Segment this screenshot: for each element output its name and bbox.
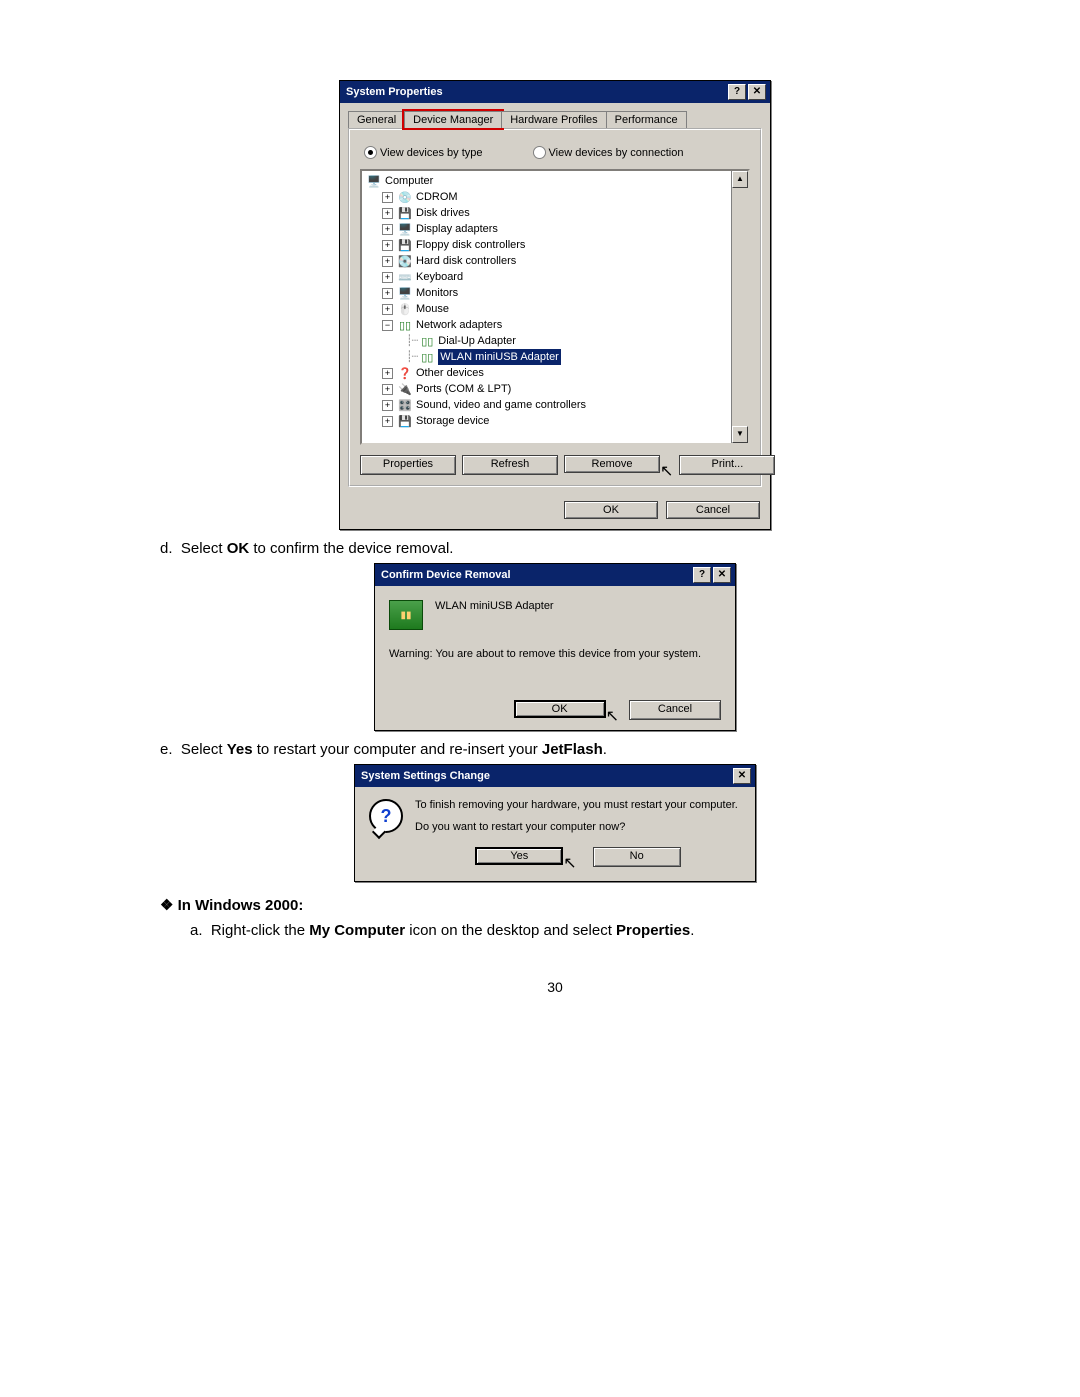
settings-line1: To finish removing your hardware, you mu… bbox=[415, 799, 741, 811]
close-icon[interactable]: ✕ bbox=[748, 84, 766, 100]
tree-node-storage[interactable]: +💾Storage device bbox=[366, 413, 746, 429]
settings-close-icon[interactable]: ✕ bbox=[733, 768, 751, 784]
print-button[interactable]: Print... bbox=[679, 455, 775, 475]
tree-node-sound[interactable]: +🎛️Sound, video and game controllers bbox=[366, 397, 746, 413]
win2000-heading: ❖ In Windows 2000: bbox=[160, 896, 950, 914]
sysprop-title: System Properties bbox=[346, 86, 726, 98]
confirm-help-icon[interactable]: ? bbox=[693, 567, 711, 583]
vertical-scrollbar[interactable]: ▲ ▼ bbox=[731, 171, 748, 443]
ok-button[interactable]: OK bbox=[564, 501, 658, 519]
confirm-titlebar[interactable]: Confirm Device Removal ? ✕ bbox=[375, 564, 735, 586]
tree-node-cdrom[interactable]: +💿CDROM bbox=[366, 189, 746, 205]
help-icon[interactable]: ? bbox=[728, 84, 746, 100]
settings-line2: Do you want to restart your computer now… bbox=[415, 821, 741, 833]
instruction-e: e. Select Yes to restart your computer a… bbox=[160, 741, 950, 758]
tree-node-wlan[interactable]: ┊┈▯▯WLAN miniUSB Adapter bbox=[366, 349, 746, 365]
tree-root[interactable]: 🖥️Computer bbox=[366, 173, 746, 189]
tree-node-network[interactable]: −▯▯Network adapters bbox=[366, 317, 746, 333]
device-tree[interactable]: 🖥️Computer +💿CDROM +💾Disk drives +🖥️Disp… bbox=[360, 169, 750, 445]
cancel-button[interactable]: Cancel bbox=[666, 501, 760, 519]
radio-type-label: View devices by type bbox=[380, 147, 483, 159]
tab-device-manager[interactable]: Device Manager bbox=[404, 111, 502, 128]
system-properties-dialog: System Properties ? ✕ General Device Man… bbox=[339, 80, 771, 530]
confirm-removal-dialog: Confirm Device Removal ? ✕ ▮▮ WLAN miniU… bbox=[374, 563, 736, 731]
radio-conn-label: View devices by connection bbox=[549, 147, 684, 159]
radio-view-by-connection[interactable]: View devices by connection bbox=[533, 146, 684, 159]
tree-node-hdd[interactable]: +💽Hard disk controllers bbox=[366, 253, 746, 269]
yes-button[interactable]: Yes bbox=[475, 847, 563, 865]
sysprop-titlebar[interactable]: System Properties ? ✕ bbox=[340, 81, 770, 103]
confirm-close-icon[interactable]: ✕ bbox=[713, 567, 731, 583]
properties-button[interactable]: Properties bbox=[360, 455, 456, 475]
tree-node-disk[interactable]: +💾Disk drives bbox=[366, 205, 746, 221]
tree-node-ports[interactable]: +🔌Ports (COM & LPT) bbox=[366, 381, 746, 397]
tree-node-keyboard[interactable]: +⌨️Keyboard bbox=[366, 269, 746, 285]
tree-node-floppy[interactable]: +💾Floppy disk controllers bbox=[366, 237, 746, 253]
cursor-icon: ↖ bbox=[660, 461, 673, 481]
tree-node-other[interactable]: +❓Other devices bbox=[366, 365, 746, 381]
confirm-device-name: WLAN miniUSB Adapter bbox=[435, 600, 554, 612]
confirm-title: Confirm Device Removal bbox=[381, 569, 691, 581]
tab-performance[interactable]: Performance bbox=[606, 111, 687, 128]
tree-node-dialup[interactable]: ┊┈▯▯Dial-Up Adapter bbox=[366, 333, 746, 349]
page-number: 30 bbox=[160, 979, 950, 995]
win2000-step-a: a. Right-click the My Computer icon on t… bbox=[190, 922, 950, 939]
tab-hardware-profiles[interactable]: Hardware Profiles bbox=[501, 111, 606, 128]
settings-title: System Settings Change bbox=[361, 770, 731, 782]
question-icon: ? bbox=[369, 799, 403, 833]
confirm-warning-text: Warning: You are about to remove this de… bbox=[389, 648, 721, 660]
tab-strip: General Device Manager Hardware Profiles… bbox=[348, 111, 762, 128]
cursor-icon: ↖ bbox=[563, 853, 576, 873]
tab-panel: View devices by type View devices by con… bbox=[348, 128, 762, 487]
settings-change-dialog: System Settings Change ✕ ? To finish rem… bbox=[354, 764, 756, 882]
radio-view-by-type[interactable]: View devices by type bbox=[364, 146, 483, 159]
confirm-ok-button[interactable]: OK bbox=[514, 700, 606, 718]
settings-titlebar[interactable]: System Settings Change ✕ bbox=[355, 765, 755, 787]
network-adapter-icon: ▮▮ bbox=[389, 600, 423, 630]
scroll-up-icon[interactable]: ▲ bbox=[732, 171, 748, 188]
tree-node-monitors[interactable]: +🖥️Monitors bbox=[366, 285, 746, 301]
tree-node-display[interactable]: +🖥️Display adapters bbox=[366, 221, 746, 237]
tab-general[interactable]: General bbox=[348, 111, 405, 128]
confirm-cancel-button[interactable]: Cancel bbox=[629, 700, 721, 720]
no-button[interactable]: No bbox=[593, 847, 681, 867]
remove-button[interactable]: Remove bbox=[564, 455, 660, 473]
scroll-down-icon[interactable]: ▼ bbox=[732, 426, 748, 443]
instruction-d: d. Select OK to confirm the device remov… bbox=[160, 540, 950, 557]
cursor-icon: ↖ bbox=[606, 706, 619, 726]
tree-node-mouse[interactable]: +🖱️Mouse bbox=[366, 301, 746, 317]
refresh-button[interactable]: Refresh bbox=[462, 455, 558, 475]
